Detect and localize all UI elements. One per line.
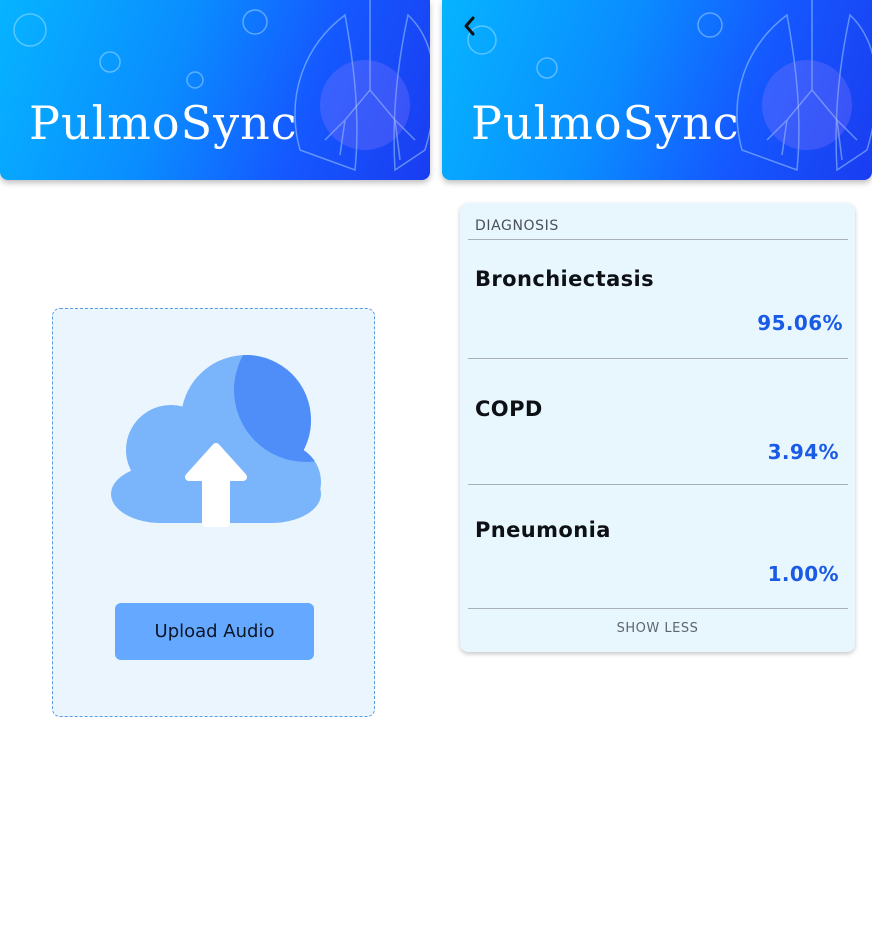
diagnosis-name: COPD xyxy=(475,397,543,421)
app-banner: PulmoSync xyxy=(0,0,430,180)
cloud-upload-icon xyxy=(111,355,321,527)
divider xyxy=(468,239,848,240)
diagnosis-card: DIAGNOSIS Bronchiectasis 95.06% COPD 3.9… xyxy=(460,203,855,652)
diagnosis-name: Bronchiectasis xyxy=(475,267,655,291)
back-button[interactable] xyxy=(456,10,482,42)
divider xyxy=(468,608,848,609)
lungs-illustration xyxy=(13,0,430,172)
diagnosis-name: Pneumonia xyxy=(475,518,611,542)
lungs-illustration xyxy=(467,0,872,172)
upload-dropzone[interactable]: Upload Audio xyxy=(52,308,375,717)
divider xyxy=(468,358,848,359)
diagnosis-percent: 1.00% xyxy=(767,562,839,586)
app-title: PulmoSync xyxy=(471,96,740,150)
diagnosis-header: DIAGNOSIS xyxy=(475,218,559,234)
show-less-button[interactable]: SHOW LESS xyxy=(460,621,855,636)
chevron-left-icon xyxy=(464,16,475,36)
app-banner-results: PulmoSync xyxy=(442,0,872,180)
app-title: PulmoSync xyxy=(29,96,298,150)
diagnosis-percent: 95.06% xyxy=(757,311,843,335)
diagnosis-percent: 3.94% xyxy=(767,440,839,464)
divider xyxy=(468,484,848,485)
upload-audio-button[interactable]: Upload Audio xyxy=(115,603,314,660)
